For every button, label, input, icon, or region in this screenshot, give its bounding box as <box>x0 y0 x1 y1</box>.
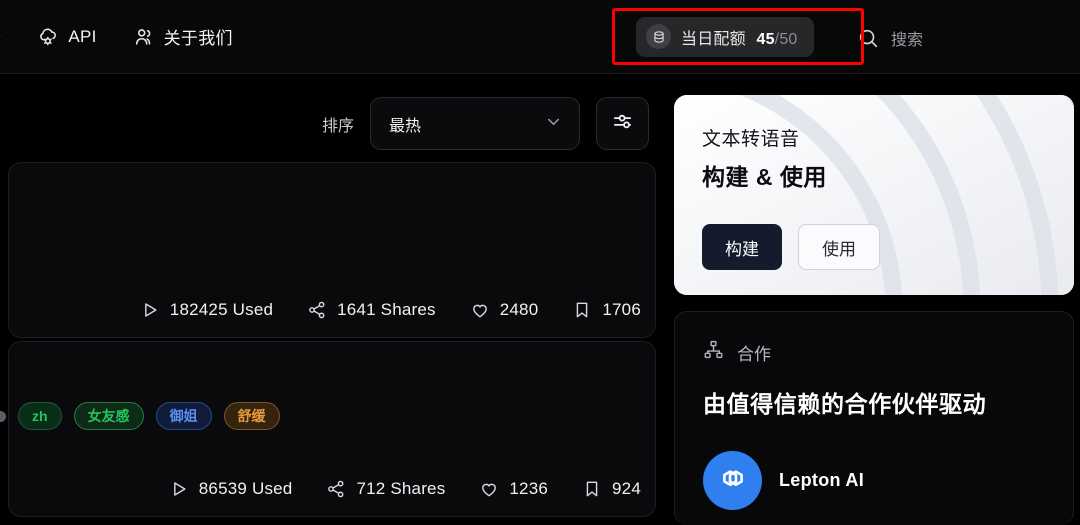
nav-item-about-us[interactable]: 关于我们 <box>115 0 251 73</box>
search-placeholder: 搜索 <box>891 32 924 49</box>
play-icon <box>169 479 189 499</box>
stat-value: 924 <box>612 479 641 498</box>
quota-total: 50 <box>779 30 798 48</box>
top-navigation-bar: 音 API 关于我们 <box>0 0 1080 74</box>
stat-value: 1641 Shares <box>337 300 436 319</box>
stat-shares[interactable]: 1641 Shares <box>307 300 436 320</box>
quota-used: 45 <box>756 30 775 48</box>
list-toolbar: 排序 最热 <box>322 97 649 150</box>
partner-kicker: 合作 <box>737 344 771 364</box>
stat-usage[interactable]: 182425 Used <box>140 300 273 320</box>
stat-value: 1236 <box>509 479 549 498</box>
nav-item-api[interactable]: API <box>19 0 114 73</box>
sort-dropdown[interactable]: 最热 <box>370 97 580 150</box>
promo-content: 文本转语音 构建 & 使用 构建 使用 <box>674 95 1074 295</box>
status-dot-icon <box>0 410 6 422</box>
heart-icon <box>470 300 490 320</box>
cloud-gear-icon <box>37 26 59 48</box>
stat-usage[interactable]: 86539 Used <box>169 479 293 499</box>
tag-chip[interactable]: zh <box>18 402 62 430</box>
quota-label: 当日配额 <box>681 30 746 48</box>
search-icon <box>857 27 879 49</box>
nav-item-clipped[interactable]: 音 <box>0 0 19 73</box>
nav-item-label: API <box>68 26 97 46</box>
stat-value: 182425 Used <box>169 300 274 319</box>
database-icon <box>646 24 671 49</box>
stat-bookmarks[interactable]: 1706 <box>572 300 641 320</box>
voice-list-item-1[interactable]: 182425 Used 1641 Shares 2480 1706 <box>8 162 656 338</box>
search-input[interactable]: 搜索 <box>857 20 923 56</box>
stat-value: 1706 <box>602 300 641 319</box>
right-sidebar: 文本转语音 构建 & 使用 构建 使用 合作 由值得信赖的合作伙伴驱动 Lept… <box>668 74 1080 525</box>
stat-value: 712 Shares <box>356 479 446 498</box>
nav-item-label: 关于我们 <box>163 29 233 48</box>
share-icon <box>326 479 346 499</box>
nav-item-label: 音 <box>0 24 1 49</box>
partner-brand[interactable]: Lepton AI <box>675 419 1073 510</box>
partner-header: 合作 <box>675 312 1073 365</box>
sliders-icon <box>611 110 634 138</box>
heart-icon <box>479 479 499 499</box>
users-icon <box>133 26 155 48</box>
partner-card: 合作 由值得信赖的合作伙伴驱动 Lepton AI <box>674 311 1074 525</box>
filter-button[interactable] <box>596 97 649 150</box>
share-icon <box>307 300 327 320</box>
build-button[interactable]: 构建 <box>702 224 782 270</box>
network-icon <box>703 339 724 365</box>
stats-row: 86539 Used 712 Shares 1236 924 <box>9 479 641 499</box>
sort-label: 排序 <box>321 117 354 135</box>
tag-chip[interactable]: 舒缓 <box>223 402 280 430</box>
stat-value: 2480 <box>499 300 539 319</box>
bookmark-icon <box>582 479 602 499</box>
stat-value: 86539 Used <box>198 479 293 498</box>
stat-likes[interactable]: 1236 <box>479 479 548 499</box>
brand-name: Lepton AI <box>779 470 865 490</box>
promo-title: 构建 & 使用 <box>702 164 827 190</box>
stat-likes[interactable]: 2480 <box>470 300 539 320</box>
partner-title: 由值得信赖的合作伙伴驱动 <box>703 391 987 417</box>
voice-list-item-2[interactable]: zh 女友感 御姐 舒缓 86539 Used 712 Shares 1236 … <box>0 341 656 517</box>
promo-actions: 构建 使用 <box>702 224 1074 270</box>
stats-row: 182425 Used 1641 Shares 2480 1706 <box>9 300 641 320</box>
tag-chip[interactable]: 御姐 <box>155 402 212 430</box>
promo-card[interactable]: 文本转语音 构建 & 使用 构建 使用 <box>674 95 1074 295</box>
stat-shares[interactable]: 712 Shares <box>326 479 445 499</box>
nav-links: 音 API 关于我们 <box>0 0 251 73</box>
main-content-column: 排序 最热 182425 Used 1641 Shares 2480 1706 … <box>0 74 658 525</box>
daily-quota-badge[interactable]: 当日配额 45/50 <box>636 16 814 57</box>
quota-text: 当日配额 45/50 <box>681 25 798 49</box>
bookmark-icon <box>572 300 592 320</box>
stat-bookmarks[interactable]: 924 <box>582 479 641 499</box>
chevron-down-icon <box>544 112 563 136</box>
tag-chip[interactable]: 女友感 <box>73 402 144 430</box>
sort-selected-value: 最热 <box>389 117 422 135</box>
play-icon <box>140 300 160 320</box>
lepton-logo-icon <box>703 451 762 510</box>
tag-list: zh 女友感 御姐 舒缓 <box>0 402 280 430</box>
promo-kicker: 文本转语音 <box>702 129 800 150</box>
use-button[interactable]: 使用 <box>798 224 880 270</box>
